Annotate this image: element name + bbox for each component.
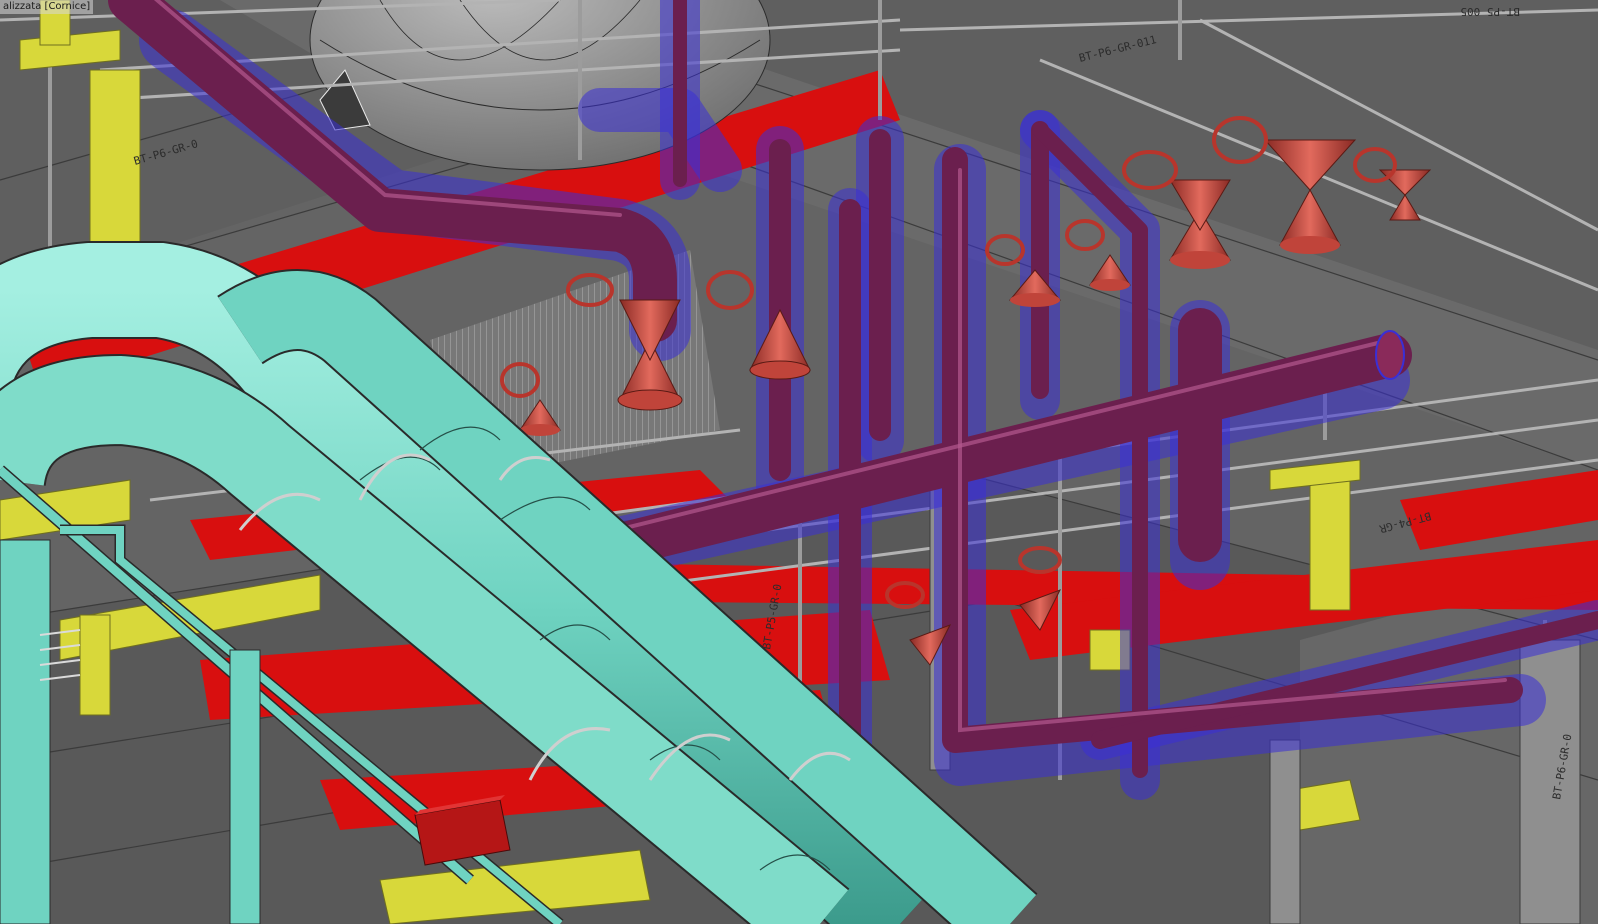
cad-3d-viewport[interactable]: BT-P6-GR-011 BT-P5 005 BT-P4-GR BT-P6-GR… — [0, 0, 1598, 924]
grid-label-corner: BT-P5 005 — [1460, 5, 1520, 18]
viewport-label[interactable]: alizzata [Cornice] — [0, 0, 94, 14]
teal-vertical-pipe — [0, 539, 51, 924]
piping-model-view[interactable]: BT-P6-GR-011 BT-P5 005 BT-P4-GR BT-P6-GR… — [0, 0, 1598, 924]
